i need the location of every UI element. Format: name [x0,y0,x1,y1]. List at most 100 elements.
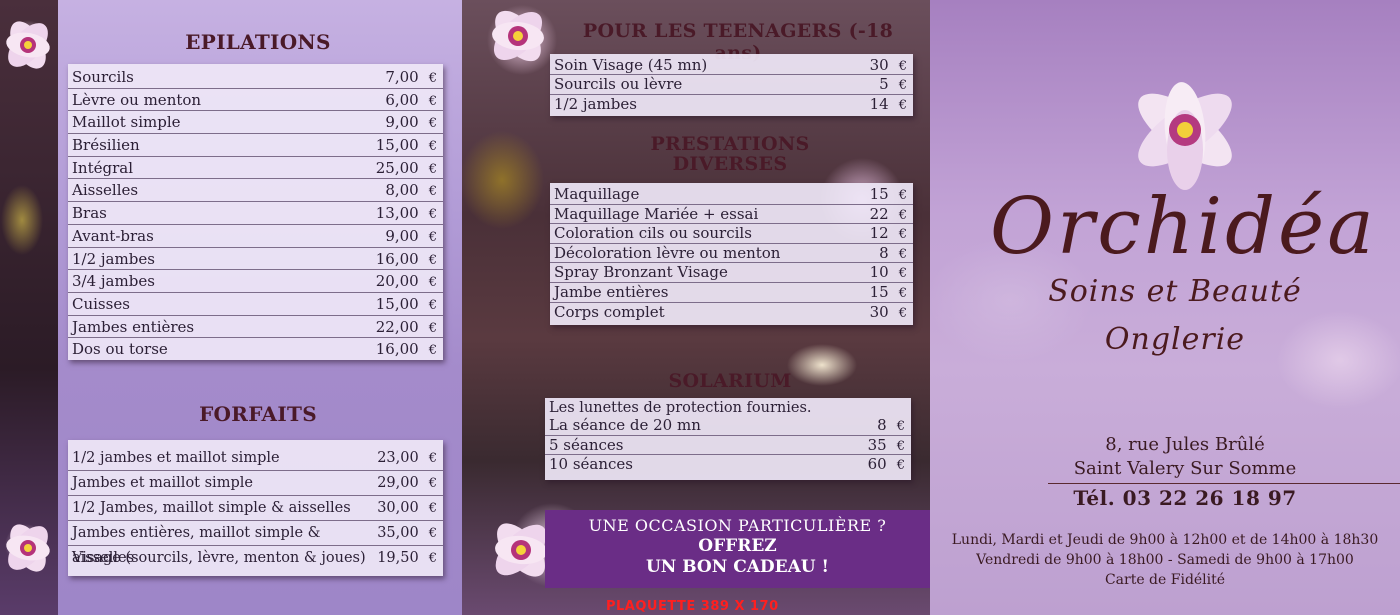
price-row: Aisselles 8,00 € [68,179,443,204]
euro-symbol: € [896,438,905,454]
gift-line2: OFFREZ [698,536,777,556]
gift-voucher-banner: UNE OCCASION PARTICULIÈRE ? OFFREZ UN BO… [545,510,930,588]
service-price: 35 € [868,436,905,457]
service-label: Soin Visage (45 mn) [554,56,708,74]
service-price: 6,00 € [385,89,437,114]
service-label: Aisselles [72,181,139,200]
euro-symbol: € [428,93,437,109]
euro-symbol: € [428,207,437,223]
euro-symbol: € [428,252,437,268]
service-price: 23,00 € [377,446,437,471]
euro-symbol: € [428,184,437,200]
price-row: Spray Bronzant Visage 10 € [550,263,913,283]
price-row: Maquillage 15 € [550,185,913,205]
service-price: 8 € [877,416,905,437]
euro-symbol: € [898,285,907,301]
service-price: 30,00 € [377,496,437,521]
prestations-title-line1: PRESTATIONS [650,133,810,155]
gift-line1: UNE OCCASION PARTICULIÈRE ? [588,516,887,535]
service-price: 15,00 € [376,134,437,159]
euro-symbol: € [428,343,437,359]
price-row: Visage (sourcils, lèvre, menton & joues)… [68,546,443,571]
service-label: Décoloration lèvre ou menton [554,243,781,262]
price-row: Jambes entières 22,00 € [68,316,443,339]
brand-tagline-2: Onglerie [1104,322,1246,357]
solarium-note-text: Les lunettes de protection fournies. [549,400,812,416]
price-value: 15,00 [375,294,419,313]
price-row: Coloration cils ou sourcils 12 € [550,224,913,244]
euro-symbol: € [898,266,907,282]
prestations-price-list: Maquillage 15 € Maquillage Mariée + essai 22… [550,183,913,325]
price-row: Jambes et maillot simple 29,00 € [68,471,443,496]
service-label: La séance de 20 mn [549,416,701,434]
price-value: 29,00 [377,475,419,491]
service-label: 1/2 jambes [554,94,637,113]
price-value: 35,00 [377,525,419,541]
service-price: 15,00 € [376,293,437,318]
service-label: 1/2 Jambes, maillot simple & aisselles [72,500,351,516]
price-value: 8 [879,243,889,262]
price-value: 6,00 [385,90,419,109]
service-price: 9,00 € [385,111,437,136]
price-value: 13,00 [375,204,419,223]
service-label: Cuisses [72,294,130,313]
service-price: 8 € [879,244,907,265]
service-label: 1/2 jambes et maillot simple [72,450,280,466]
euro-symbol: € [896,419,905,434]
service-price: 22,00 € [376,316,437,341]
price-value: 15 [869,185,889,203]
service-price: 60 € [868,455,905,476]
price-value: 7,00 [385,68,419,86]
price-row: Soin Visage (45 mn) 30 € [550,56,913,76]
epilations-title: EPILATIONS [185,30,331,54]
brand-name: Orchidéa [990,182,1377,272]
service-label: 3/4 jambes [72,272,155,291]
service-label: Maillot simple [72,113,181,132]
brand-tagline: Soins et Beauté [1048,274,1302,309]
service-label: Maquillage [554,185,640,203]
euro-symbol: € [898,97,907,113]
service-label: 5 séances [549,435,624,454]
price-row: Décoloration lèvre ou menton 8 € [550,244,913,264]
service-price: 16,00 € [376,248,437,273]
divider [1048,483,1400,484]
price-row: 10 séances 60 € [545,455,911,475]
hours-line2: Vendredi de 9h00 à 18h00 - Samedi de 9h0… [976,552,1354,568]
address-city: Saint Valery Sur Somme [1073,458,1297,479]
euro-symbol: € [898,305,907,321]
prestations-title: PRESTATIONS DIVERSES [620,134,840,174]
service-price: 8,00 € [385,179,437,204]
price-value: 22 [869,204,889,223]
price-value: 20,00 [375,272,419,291]
service-label: Lèvre ou menton [72,90,202,109]
price-row: Sourcils 7,00 € [68,66,443,89]
service-label: Maquillage Mariée + essai [554,204,759,223]
service-label: Sourcils [72,68,134,86]
service-label: Jambe entières [554,282,669,301]
price-row: 5 séances 35 € [545,435,911,457]
price-value: 25,00 [375,158,419,177]
price-value: 15,00 [375,136,419,155]
price-value: 14 [869,94,889,113]
price-row: Brésilien 15,00 € [68,134,443,157]
euro-symbol: € [428,116,437,132]
euro-symbol: € [898,207,907,223]
euro-symbol: € [428,71,437,86]
address-street: 8, rue Jules Brûlé [1105,434,1265,455]
price-row: Cuisses 15,00 € [68,293,443,316]
price-row: Maquillage Mariée + essai 22 € [550,205,913,225]
price-value: 23,00 [377,450,419,466]
price-row: 1/2 jambes et maillot simple 23,00 € [68,446,443,471]
service-label: 10 séances [549,455,634,473]
forfaits-title: FORFAITS [199,402,317,426]
service-label: 1/2 jambes [72,249,155,268]
service-label: Spray Bronzant Visage [554,263,728,282]
price-value: 30,00 [377,500,419,516]
service-price: 12 € [870,224,907,245]
euro-symbol: € [898,188,907,203]
euro-symbol: € [428,551,437,566]
euro-symbol: € [428,451,437,466]
price-row: Bras 13,00 € [68,202,443,225]
price-value: 8 [877,416,887,434]
euro-symbol: € [428,161,437,177]
